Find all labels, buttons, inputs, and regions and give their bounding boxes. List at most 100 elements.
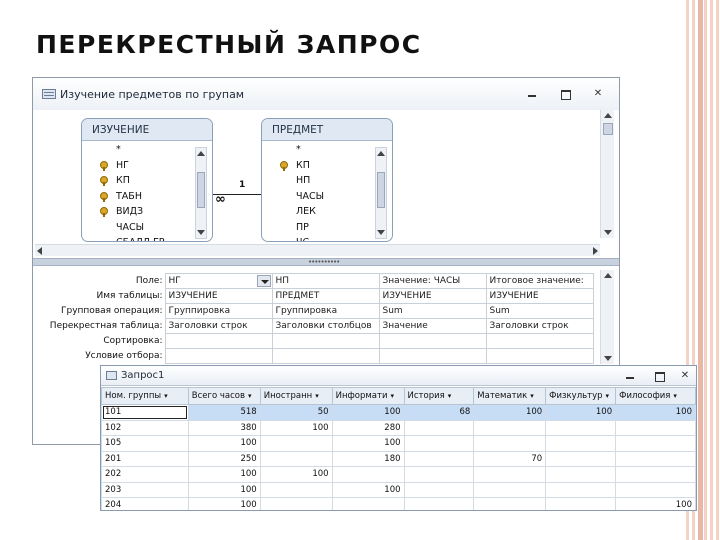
grid-cell[interactable] bbox=[378, 348, 487, 364]
group-number-cell[interactable]: 204 bbox=[101, 497, 189, 510]
hours-cell[interactable] bbox=[259, 435, 333, 452]
hours-cell[interactable] bbox=[615, 466, 696, 483]
hours-cell[interactable]: 100 bbox=[331, 404, 405, 421]
hours-cell[interactable] bbox=[615, 435, 696, 452]
grid-cell[interactable]: НГ bbox=[164, 273, 273, 289]
grid-cell[interactable]: ИЗУЧЕНИЕ bbox=[485, 288, 594, 304]
field-item[interactable]: СБАЛЛ ГР bbox=[92, 235, 164, 241]
grid-cell[interactable]: Итоговое значение: bbox=[485, 273, 594, 289]
field-item[interactable]: НГ bbox=[92, 158, 164, 174]
sort-filter-icon[interactable]: ▾ bbox=[448, 392, 452, 400]
field-dropdown-button[interactable] bbox=[256, 275, 271, 287]
field-item[interactable]: КП bbox=[92, 173, 164, 189]
group-number-cell[interactable]: 101 bbox=[101, 404, 189, 421]
hours-cell[interactable]: 280 bbox=[331, 419, 405, 436]
field-list-scrollbar[interactable] bbox=[195, 147, 207, 239]
sort-filter-icon[interactable]: ▾ bbox=[248, 392, 252, 400]
grid-cell[interactable]: ИЗУЧЕНИЕ bbox=[164, 288, 273, 304]
sort-filter-icon[interactable]: ▾ bbox=[164, 392, 168, 400]
grid-cell[interactable] bbox=[485, 333, 594, 349]
hours-cell[interactable]: 180 bbox=[331, 450, 405, 467]
hours-cell[interactable]: 100 bbox=[473, 404, 547, 421]
sort-filter-icon[interactable]: ▾ bbox=[606, 392, 610, 400]
minimize-button[interactable] bbox=[619, 369, 641, 383]
grid-cell[interactable]: Группировка bbox=[164, 303, 273, 319]
field-list-scrollbar[interactable] bbox=[375, 147, 387, 239]
field-item[interactable]: ВИДЗ bbox=[92, 204, 164, 220]
design-grid-vscroll[interactable] bbox=[600, 270, 614, 364]
grid-cell[interactable]: ИЗУЧЕНИЕ bbox=[378, 288, 487, 304]
hours-cell[interactable]: 100 bbox=[187, 497, 261, 510]
close-button[interactable]: ✕ bbox=[587, 87, 609, 101]
field-item[interactable]: * bbox=[92, 142, 164, 158]
hours-cell[interactable]: 68 bbox=[403, 404, 475, 421]
hours-cell[interactable] bbox=[615, 450, 696, 467]
column-header[interactable]: Философия ▾ bbox=[615, 387, 696, 405]
maximize-button[interactable] bbox=[554, 87, 576, 101]
group-number-cell[interactable]: 102 bbox=[101, 419, 189, 436]
column-header[interactable]: Иностранн ▾ bbox=[259, 387, 333, 405]
hours-cell[interactable] bbox=[545, 450, 617, 467]
hours-cell[interactable] bbox=[545, 435, 617, 452]
group-number-cell[interactable]: 105 bbox=[101, 435, 189, 452]
sort-filter-icon[interactable]: ▾ bbox=[315, 392, 319, 400]
table-row[interactable]: 201 250 180 70 bbox=[101, 450, 696, 467]
field-item[interactable]: ПР bbox=[272, 220, 324, 236]
hours-cell[interactable]: 100 bbox=[545, 404, 617, 421]
field-item[interactable]: ЧАСЫ bbox=[92, 220, 164, 236]
table-row[interactable]: 203 100 100 bbox=[101, 481, 696, 498]
hours-cell[interactable] bbox=[259, 481, 333, 498]
hours-cell[interactable]: 100 bbox=[187, 435, 261, 452]
hours-cell[interactable]: 50 bbox=[259, 404, 333, 421]
grid-cell[interactable] bbox=[378, 333, 487, 349]
table-row[interactable]: 102 380 100 280 bbox=[101, 419, 696, 436]
field-item[interactable]: * bbox=[272, 142, 324, 158]
hours-cell[interactable]: 518 bbox=[187, 404, 261, 421]
table-row[interactable]: 202 100 100 bbox=[101, 466, 696, 483]
hours-cell[interactable] bbox=[331, 466, 405, 483]
grid-cell[interactable]: ПРЕДМЕТ bbox=[271, 288, 380, 304]
table-row[interactable]: 101 518 50 100 68 100 100 100 bbox=[101, 404, 696, 421]
hours-cell[interactable]: 100 bbox=[331, 481, 405, 498]
field-item[interactable]: ТАБН bbox=[92, 189, 164, 205]
hours-cell[interactable]: 100 bbox=[331, 435, 405, 452]
hours-cell[interactable] bbox=[259, 497, 333, 510]
group-number-cell[interactable]: 201 bbox=[101, 450, 189, 467]
close-button[interactable]: ✕ bbox=[674, 369, 696, 383]
table-box-predmet[interactable]: ПРЕДМЕТ * КП НП ЧАСЫ ЛЕК ПР ЧС bbox=[261, 118, 393, 242]
hours-cell[interactable]: 250 bbox=[187, 450, 261, 467]
minimize-button[interactable] bbox=[521, 87, 543, 101]
hours-cell[interactable] bbox=[545, 481, 617, 498]
hours-cell[interactable] bbox=[473, 497, 547, 510]
hours-cell[interactable]: 70 bbox=[473, 450, 547, 467]
column-header[interactable]: История ▾ bbox=[403, 387, 475, 405]
hours-cell[interactable] bbox=[259, 450, 333, 467]
hours-cell[interactable] bbox=[473, 435, 547, 452]
hours-cell[interactable] bbox=[331, 497, 405, 510]
group-number-cell[interactable]: 203 bbox=[101, 481, 189, 498]
table-row[interactable]: 204 100 100 bbox=[101, 497, 696, 510]
hours-cell[interactable] bbox=[473, 466, 547, 483]
hours-cell[interactable] bbox=[545, 497, 617, 510]
hours-cell[interactable] bbox=[615, 481, 696, 498]
hours-cell[interactable] bbox=[615, 419, 696, 436]
column-header[interactable]: Физкультур ▾ bbox=[545, 387, 617, 405]
table-row[interactable]: 105 100 100 bbox=[101, 435, 696, 452]
grid-cell[interactable]: Значение bbox=[378, 318, 487, 334]
grid-cell[interactable] bbox=[164, 333, 273, 349]
hours-cell[interactable] bbox=[473, 481, 547, 498]
hours-cell[interactable]: 100 bbox=[259, 419, 333, 436]
group-number-cell[interactable]: 202 bbox=[101, 466, 189, 483]
column-header[interactable]: Математик ▾ bbox=[473, 387, 547, 405]
grid-cell[interactable] bbox=[485, 348, 594, 364]
hours-cell[interactable] bbox=[403, 419, 475, 436]
grid-cell[interactable] bbox=[271, 333, 380, 349]
grid-cell[interactable]: Заголовки столбцов bbox=[271, 318, 380, 334]
hours-cell[interactable] bbox=[403, 497, 475, 510]
pane-splitter[interactable]: •••••••••• bbox=[33, 258, 619, 266]
grid-cell[interactable]: Группировка bbox=[271, 303, 380, 319]
hours-cell[interactable]: 100 bbox=[187, 466, 261, 483]
grid-cell[interactable]: Значение: ЧАСЫ bbox=[378, 273, 487, 289]
sort-filter-icon[interactable]: ▾ bbox=[530, 392, 534, 400]
hours-cell[interactable] bbox=[403, 481, 475, 498]
